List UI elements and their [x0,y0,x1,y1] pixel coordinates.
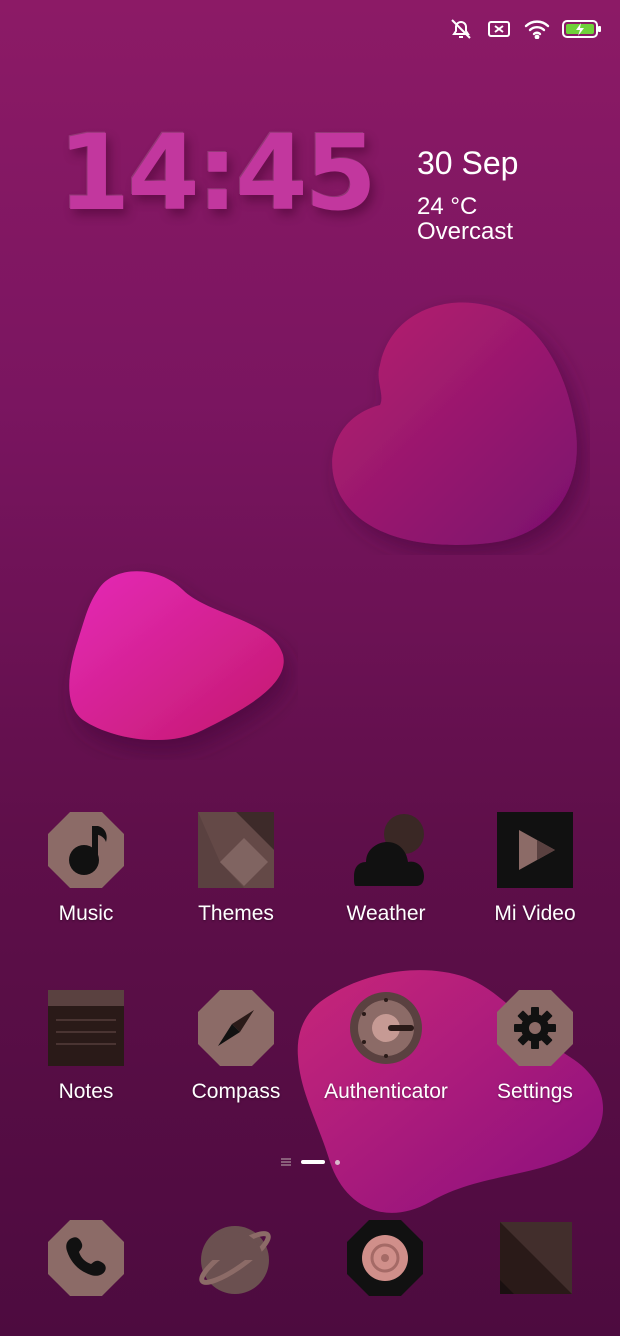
date-text: 30 Sep [417,145,519,181]
weather-condition-text: Overcast [417,218,514,245]
page-dot-active[interactable] [300,1160,325,1164]
app-compass[interactable]: Compass [161,990,311,1104]
dock-browser[interactable] [197,1220,273,1296]
app-label: Music [58,902,114,925]
wallpaper-blob-top [332,302,577,546]
browser-planet-icon [199,1226,271,1294]
themes-icon [198,812,274,888]
compass-icon [198,990,274,1066]
page-indicator[interactable] [0,1158,620,1166]
clock-time[interactable]: 14:45 [58,112,377,234]
app-label: Themes [198,902,274,925]
phone-icon [66,1237,106,1276]
wifi-icon [524,18,550,40]
app-label: Authenticator [324,1080,448,1103]
app-label: Settings [497,1080,573,1103]
messages-icon [500,1222,572,1294]
music-note-icon [48,812,124,888]
wallpaper-blob-left [69,571,284,741]
dock-phone[interactable] [48,1220,124,1296]
cloud-icon [348,812,424,888]
sim-disabled-icon [486,18,512,40]
app-mi-video[interactable]: Mi Video [460,812,610,926]
status-bar [448,14,602,44]
camera-icon [362,1235,408,1281]
play-icon [497,812,573,888]
battery-charging-icon [562,18,602,40]
alarm-off-icon [448,18,474,40]
temperature-text: 24 °C [417,193,478,220]
app-label: Compass [191,1080,281,1103]
app-label: Weather [346,902,426,925]
app-weather[interactable]: Weather [311,812,461,926]
app-notes[interactable]: Notes [11,990,161,1104]
app-music[interactable]: Music [11,812,161,926]
page-dot[interactable] [334,1159,340,1165]
app-themes[interactable]: Themes [161,812,311,926]
dock-messages[interactable] [498,1220,574,1296]
menu-lines-icon [280,1158,291,1166]
notes-icon [48,990,124,1066]
app-label: Mi Video [494,902,576,925]
google-authenticator-icon [348,990,424,1066]
app-label: Notes [58,1080,114,1103]
dock-camera[interactable] [347,1220,423,1296]
app-settings[interactable]: Settings [460,990,610,1104]
gear-icon [497,990,573,1066]
app-authenticator[interactable]: Authenticator [311,990,461,1104]
